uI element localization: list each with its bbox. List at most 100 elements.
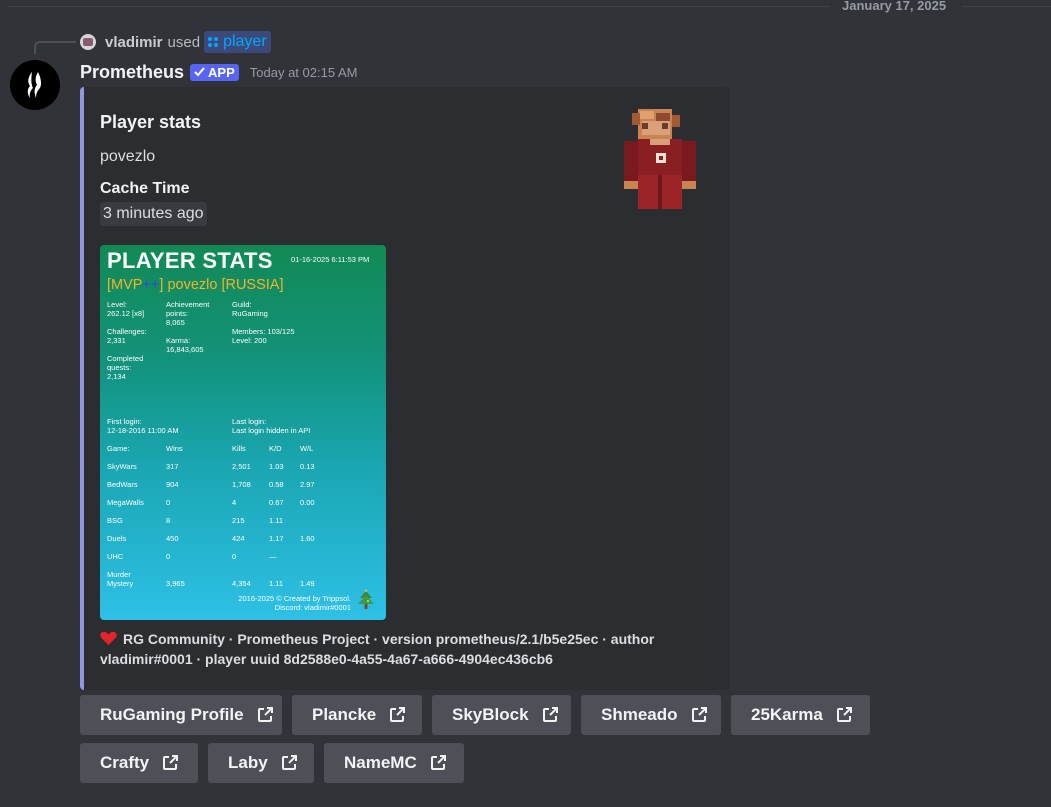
- app-badge: APP: [190, 63, 239, 81]
- author-name[interactable]: Prometheus: [80, 62, 184, 83]
- app-command-icon: [208, 37, 219, 47]
- games-table-cell: 2,501: [232, 462, 251, 471]
- games-table-cell: 1.49: [300, 579, 315, 588]
- flame-logo-icon: [27, 72, 42, 98]
- skyblock-button[interactable]: SkyBlock: [432, 695, 571, 735]
- external-link-icon: [256, 706, 274, 724]
- stat-guild: Guild: RuGaming: [232, 300, 268, 318]
- rugaming-profile-button[interactable]: RuGaming Profile: [80, 695, 282, 735]
- date-divider-label: January 17, 2025: [842, 0, 947, 13]
- games-table-cell: MegaWalls: [107, 498, 144, 507]
- stats-title: PLAYER STATS: [107, 248, 273, 273]
- message-header: Prometheus APP Today at 02:15 AM: [80, 60, 357, 84]
- namemc-button[interactable]: NameMC: [324, 743, 464, 783]
- games-table-cell: 1.11: [269, 516, 284, 525]
- embed-field-value: 3 minutes ago: [100, 202, 207, 226]
- external-link-icon: [541, 706, 559, 724]
- button-label: Shmeado: [601, 705, 678, 724]
- plancke-button[interactable]: Plancke: [292, 695, 422, 735]
- games-table-header-cell: Game:: [107, 444, 130, 453]
- player-skin-thumbnail[interactable]: [620, 109, 700, 209]
- external-link-icon: [835, 706, 853, 724]
- games-table-cell: SkyWars: [107, 462, 137, 471]
- games-table-cell: BSG: [107, 516, 123, 525]
- reply-verb: used: [167, 33, 201, 51]
- games-table-cell: 2.97: [300, 480, 315, 489]
- command-mention[interactable]: player: [204, 31, 271, 53]
- embed-field-name: Cache Time: [100, 180, 190, 197]
- button-label: NameMC: [344, 753, 417, 772]
- divider-line-left: [8, 6, 830, 7]
- games-table-cell: 4,354: [232, 579, 251, 588]
- games-table-cell: 0.58: [269, 480, 284, 489]
- games-table-cell: 0.00: [300, 498, 315, 507]
- stats-image-footer: 2016-2025 © Created by Trippsol. Discord…: [238, 594, 351, 612]
- verified-check-icon: [194, 67, 205, 77]
- stat-completed-quests: Completed quests: 2,134: [107, 354, 144, 381]
- embed-title: Player stats: [100, 112, 202, 132]
- stat-challenges: Challenges: 2,331: [107, 327, 147, 345]
- reply-user-avatar[interactable]: [80, 34, 96, 50]
- embed-description: povezlo: [100, 148, 156, 165]
- reply-spine: [34, 41, 76, 54]
- reply-username[interactable]: vladimir: [105, 34, 163, 51]
- stat-last-login: Last login: Last login hidden in API: [232, 417, 311, 435]
- games-table-cell: 0: [232, 552, 237, 561]
- shmeado-button[interactable]: Shmeado: [581, 695, 721, 735]
- games-table-cell: 1.03: [269, 462, 284, 471]
- games-table-cell: 0.67: [269, 498, 284, 507]
- divider-line-right: [962, 6, 1051, 7]
- games-table-cell: 215: [232, 516, 245, 525]
- external-link-icon: [388, 706, 406, 724]
- bot-avatar[interactable]: [10, 60, 60, 110]
- games-table-cell: 317: [166, 462, 179, 471]
- button-label: RuGaming Profile: [100, 705, 244, 724]
- games-table-cell: 424: [232, 534, 245, 543]
- games-table-cell: 0: [166, 498, 171, 507]
- player-stats-image[interactable]: PLAYER STATS 01-16-2025 6:11:53 PM [MVP+…: [100, 245, 386, 620]
- stats-timestamp: 01-16-2025 6:11:53 PM: [291, 255, 370, 264]
- games-table-cell: 0: [166, 552, 171, 561]
- app-badge-label: APP: [208, 64, 235, 80]
- crafty-button[interactable]: Crafty: [80, 743, 198, 783]
- games-table-header-cell: Kills: [232, 444, 246, 453]
- games-table-cell: UHC: [107, 552, 124, 561]
- message-timestamp[interactable]: Today at 02:15 AM: [250, 65, 358, 80]
- games-table-cell: 904: [166, 480, 179, 489]
- button-label: SkyBlock: [452, 705, 529, 724]
- christmas-tree-icon: [358, 589, 374, 609]
- laby-button[interactable]: Laby: [208, 743, 314, 783]
- games-table-header-cell: Wins: [166, 444, 183, 453]
- 25karma-button[interactable]: 25Karma: [731, 695, 870, 735]
- stat-first-login: First login: 12-18-2016 11:00 AM: [107, 417, 179, 435]
- external-link-icon: [280, 754, 298, 772]
- player-rank-line: [MVP++] povezlo [RUSSIA]: [107, 277, 284, 293]
- games-table-cell: 4: [232, 498, 237, 507]
- button-label: 25Karma: [751, 705, 823, 724]
- games-table-cell: 8: [166, 516, 171, 525]
- games-table-cell: —: [269, 552, 277, 561]
- games-table-cell: 3,965: [166, 579, 185, 588]
- date-divider: January 17, 2025: [0, 0, 1051, 14]
- command-name: player: [223, 33, 267, 50]
- stat-karma: Karma: 16,843,605: [166, 336, 204, 354]
- games-table-cell: Duels: [107, 534, 127, 543]
- games-table-cell: 1,708: [232, 480, 251, 489]
- games-table-cell: 1.17: [269, 534, 284, 543]
- embed-footer-text: RG Community · Prometheus Project · vers…: [100, 631, 655, 667]
- command-interaction-line[interactable]: vladimir used player: [80, 31, 271, 53]
- games-table-cell: Murder Mystery: [107, 570, 134, 588]
- external-link-icon: [429, 754, 447, 772]
- games-table-cell: 0.13: [300, 462, 315, 471]
- embed-footer: RG Community · Prometheus Project · vers…: [100, 629, 690, 669]
- stat-achievement: Achievement points: 8,065: [166, 300, 210, 327]
- stat-level: Level: 262.12 [x8]: [107, 300, 145, 318]
- stat-guild-members: Members: 103/125 Level: 200: [232, 327, 295, 345]
- games-table-header-cell: W/L: [300, 444, 314, 453]
- stats-embed: Player stats povezlo Cache Time 3 minute…: [80, 87, 730, 690]
- external-link-icon: [690, 706, 708, 724]
- games-table-cell: BedWars: [107, 480, 138, 489]
- games-table-cell: 1.60: [300, 534, 315, 543]
- button-label: Crafty: [100, 753, 150, 772]
- heart-icon: [100, 631, 117, 645]
